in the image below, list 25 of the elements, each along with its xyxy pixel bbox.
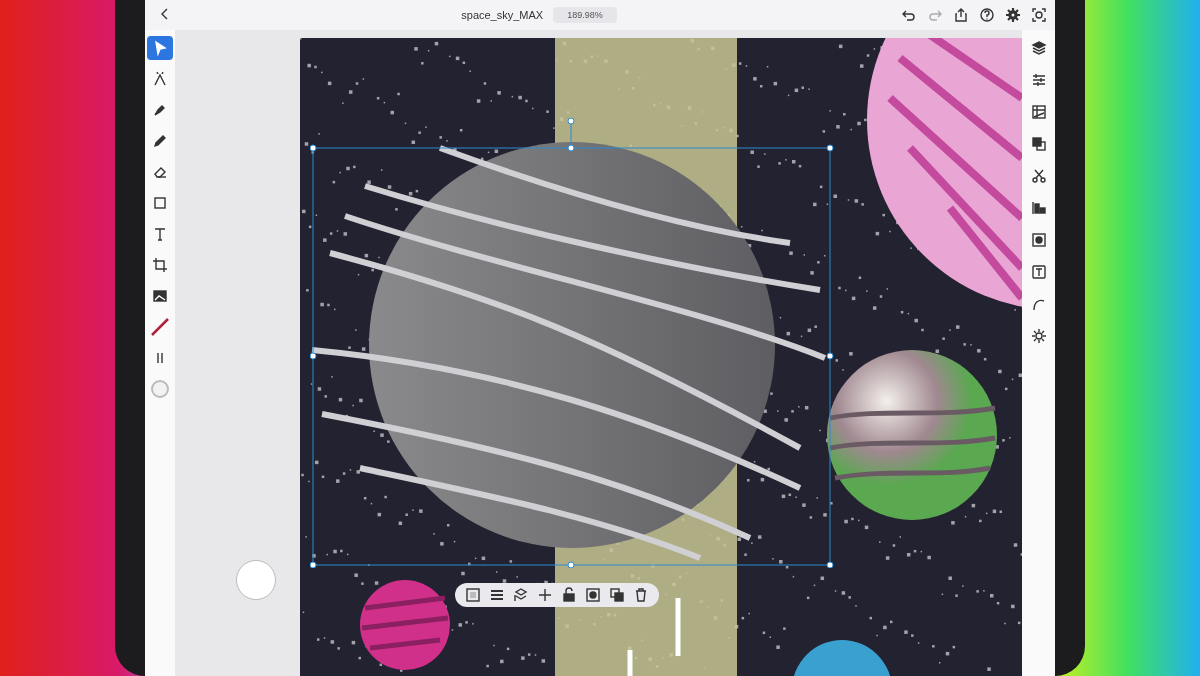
select-tool-icon[interactable] <box>147 36 173 60</box>
grid-panel-icon[interactable] <box>1030 104 1047 120</box>
delete-icon[interactable] <box>633 587 649 603</box>
selection-box[interactable] <box>310 118 834 568</box>
add-icon[interactable] <box>537 587 553 603</box>
layers-panel-icon[interactable] <box>1030 40 1047 56</box>
cut-panel-icon[interactable] <box>1030 168 1047 184</box>
effects-panel-icon[interactable] <box>1030 328 1047 344</box>
zoom-level[interactable]: 189.98% <box>553 7 617 23</box>
duplicate-icon[interactable] <box>609 587 625 603</box>
menu-icon[interactable] <box>489 587 505 603</box>
align-panel-icon[interactable] <box>1030 200 1047 216</box>
combine-panel-icon[interactable] <box>1030 136 1047 152</box>
help-icon[interactable] <box>979 7 995 23</box>
lock-icon[interactable] <box>561 587 577 603</box>
preview-icon[interactable] <box>1031 7 1047 23</box>
properties-panel-icon[interactable] <box>1030 72 1047 88</box>
share-icon[interactable] <box>953 7 969 23</box>
arrange-icon[interactable] <box>513 587 529 603</box>
settings-icon[interactable] <box>1005 7 1021 23</box>
document-title: space_sky_MAX <box>461 9 544 21</box>
type-panel-icon[interactable] <box>1030 264 1047 280</box>
transparency-icon[interactable] <box>465 587 481 603</box>
mask-panel-icon[interactable] <box>1030 232 1047 248</box>
mask-icon[interactable] <box>585 587 601 603</box>
